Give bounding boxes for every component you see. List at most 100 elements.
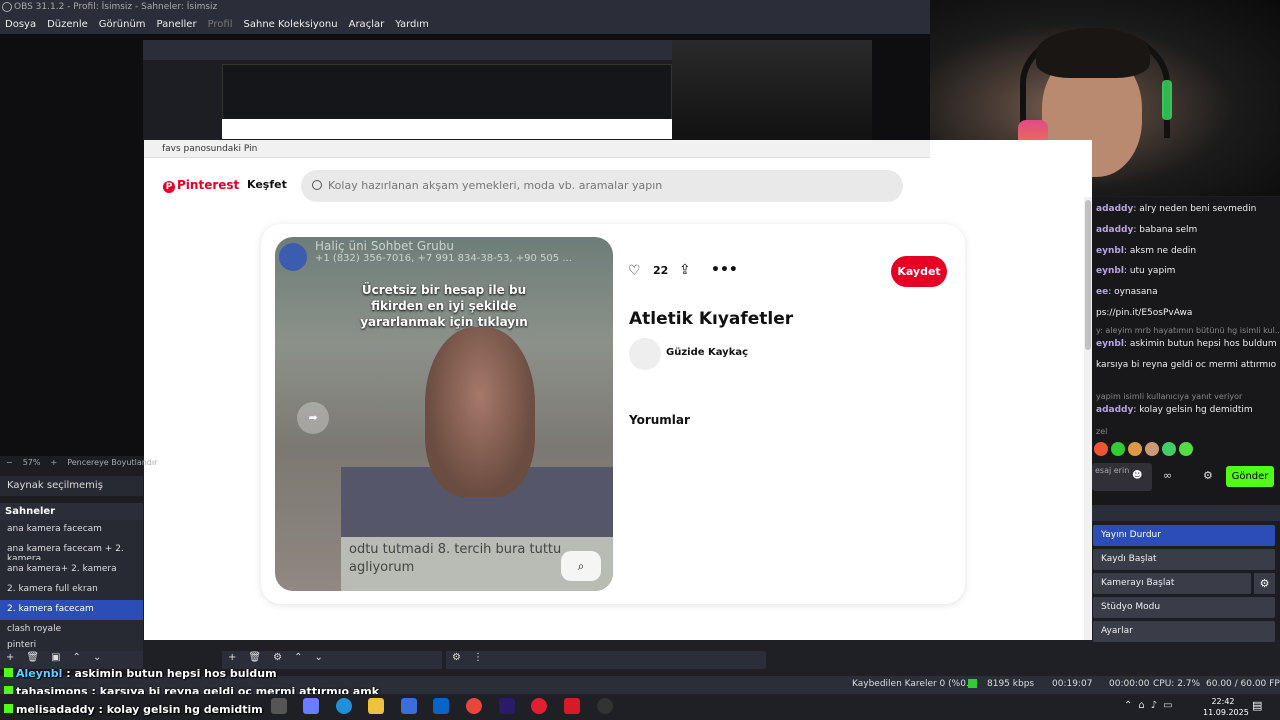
save-button[interactable]: Kaydet	[891, 256, 947, 287]
notification-icon[interactable]: ▤	[1252, 699, 1262, 712]
move-up-icon[interactable]: ⌃	[73, 652, 81, 668]
pin-scrollbar[interactable]	[1084, 197, 1092, 640]
zoom-in-icon[interactable]: +	[50, 458, 57, 468]
search-input[interactable]: Kolay hazırlanan akşam yemekleri, moda v…	[301, 170, 903, 202]
camera-settings-icon[interactable]: ⚙	[1254, 573, 1275, 594]
chat-link[interactable]: ps://pin.it/E5osPvAwa	[1096, 308, 1192, 318]
obs-taskbar-icon[interactable]	[597, 698, 613, 714]
heart-icon[interactable]: ♡	[628, 263, 641, 279]
emote-icon[interactable]	[1111, 442, 1125, 456]
scene-item[interactable]: ana kamera facecam	[0, 520, 143, 540]
chat-panel	[1092, 197, 1280, 507]
volume-icon[interactable]: ♪	[1151, 700, 1157, 711]
fit-window-button[interactable]: Pencereye Boyutlandır	[67, 458, 157, 468]
bitrate: 8195 kbps	[987, 679, 1035, 689]
emote-icon[interactable]	[1094, 442, 1108, 456]
clock[interactable]: 22:42 11.09.2025	[1203, 696, 1249, 718]
zoom-out-icon[interactable]: −	[6, 458, 13, 468]
search-placeholder: Kolay hazırlanan akşam yemekleri, moda v…	[328, 179, 663, 192]
menu-scene-collection[interactable]: Sahne Koleksiyonu	[244, 19, 338, 30]
image-signup-overlay[interactable]: Ücretsiz bir hesap ile bu fikirden en iy…	[275, 282, 613, 330]
system-tray: ⌃ ⌂ ♪ ▭	[1124, 700, 1173, 711]
scene-item[interactable]: pinteri	[0, 640, 143, 651]
menu-tools[interactable]: Araçlar	[349, 19, 385, 30]
battery-icon[interactable]: ▭	[1163, 700, 1172, 711]
visual-search-icon[interactable]: ⌕	[561, 551, 601, 581]
remove-scene-icon[interactable]: 🗑	[26, 652, 39, 668]
add-scene-icon[interactable]: +	[6, 652, 14, 668]
fps: 60.00 / 60.00 FPS	[1206, 679, 1280, 689]
task-view-icon[interactable]	[271, 698, 287, 714]
nested-webcam	[672, 40, 872, 140]
scene-item[interactable]: ana kamera+ 2. kamera	[0, 560, 143, 580]
scene-item[interactable]: ana kamera facecam + 2. kamera	[0, 540, 143, 564]
emoji-icon[interactable]: ☻	[1132, 470, 1142, 481]
overlay-chat-line: Aleynbl : askimin butun hepsi hos buldum	[4, 667, 277, 680]
hair	[1036, 28, 1150, 78]
menu-edit[interactable]: Düzenle	[47, 19, 88, 30]
settings-button[interactable]: Ayarlar	[1093, 621, 1275, 642]
move-down-icon[interactable]: ⌄	[93, 652, 101, 668]
emote-icon[interactable]	[1179, 442, 1193, 456]
share-arrow-icon[interactable]: ➦	[297, 402, 329, 434]
emote-icon[interactable]	[1145, 442, 1159, 456]
copilot-icon[interactable]	[303, 698, 319, 714]
pin-image[interactable]: Haliç üni Sohbet Grubu +1 (832) 356-7016,…	[275, 237, 613, 591]
obs-logo-icon	[2, 2, 12, 12]
more-icon[interactable]: •••	[711, 262, 738, 278]
pinterest-logo[interactable]: P Pinterest	[163, 178, 239, 193]
emote-icon[interactable]	[1162, 442, 1176, 456]
outlook-icon[interactable]	[433, 698, 449, 714]
chat-input[interactable]: esaj erin	[1092, 463, 1152, 491]
tray-chevron-icon[interactable]: ⌃	[1124, 700, 1132, 711]
menu-docks[interactable]: Paneller	[157, 19, 197, 30]
scene-item-selected[interactable]: 2. kamera facecam	[0, 600, 143, 620]
overlay-chat-line: melisadaddy : kolay gelsin hg demidtim	[4, 703, 263, 716]
no-source-label: Kaynak seçilmemiş	[0, 476, 143, 496]
move-up-icon[interactable]: ⌃	[294, 652, 302, 668]
premiere-icon[interactable]	[499, 698, 515, 714]
mixer-more-icon[interactable]: ⋮	[473, 652, 483, 668]
emote-icon[interactable]	[1128, 442, 1142, 456]
clock-time: 22:42	[1211, 697, 1235, 706]
mixer-settings-icon[interactable]: ⚙	[452, 652, 461, 668]
scrollbar-thumb[interactable]	[1085, 200, 1091, 350]
remove-source-icon[interactable]: 🗑	[248, 652, 261, 668]
studio-mode-button[interactable]: Stüdyo Modu	[1093, 597, 1275, 618]
headphone-light	[1162, 80, 1172, 120]
opera-icon[interactable]	[531, 698, 547, 714]
signal-icon	[968, 679, 977, 688]
points-icon[interactable]: ∞	[1163, 469, 1172, 482]
vivaldi-icon[interactable]	[564, 698, 580, 714]
source-properties-icon[interactable]: ⚙	[273, 652, 282, 668]
start-camera-button[interactable]: Kamerayı Başlat	[1093, 573, 1251, 594]
pin-title: Atletik Kıyafetler	[629, 309, 794, 329]
chrome-icon[interactable]	[466, 698, 482, 714]
send-button[interactable]: Gönder	[1226, 466, 1274, 487]
start-record-button[interactable]: Kaydı Başlat	[1093, 549, 1275, 570]
stop-stream-button[interactable]: Yayını Durdur	[1093, 525, 1275, 546]
scene-item[interactable]: 2. kamera full ekran	[0, 580, 143, 600]
file-explorer-icon[interactable]	[368, 698, 384, 714]
chat-line: karsıya bi reyna geldi oc mermi attırmıo	[1096, 360, 1277, 370]
chat-settings-icon[interactable]: ⚙	[1203, 469, 1213, 482]
edge-icon[interactable]	[336, 698, 352, 714]
network-icon[interactable]: ⌂	[1138, 700, 1144, 711]
menu-view[interactable]: Görünüm	[99, 19, 146, 30]
explore-link[interactable]: Keşfet	[247, 178, 287, 191]
chat-line: adaddy: kolay gelsin hg demidtim	[1096, 405, 1253, 415]
menu-help[interactable]: Yardım	[395, 19, 429, 30]
menu-file[interactable]: Dosya	[5, 19, 36, 30]
add-source-icon[interactable]: +	[228, 652, 236, 668]
store-icon[interactable]	[401, 698, 417, 714]
upload-icon[interactable]: ⇪	[679, 262, 691, 278]
scene-item[interactable]: clash royale	[0, 620, 143, 640]
filter-icon[interactable]: ▣	[51, 652, 60, 668]
author-avatar[interactable]	[629, 338, 661, 370]
menu-profile[interactable]: Profil	[208, 19, 233, 30]
move-down-icon[interactable]: ⌄	[314, 652, 322, 668]
zoom-bar: − 57% + Pencereye Boyutlandır	[0, 456, 157, 470]
author-name[interactable]: Güzide Kaykaç	[666, 347, 748, 358]
comments-heading: Yorumlar	[629, 413, 690, 427]
obs-title-bar: OBS 31.1.2 - Profil: İsimsiz - Sahneler:…	[0, 0, 930, 14]
